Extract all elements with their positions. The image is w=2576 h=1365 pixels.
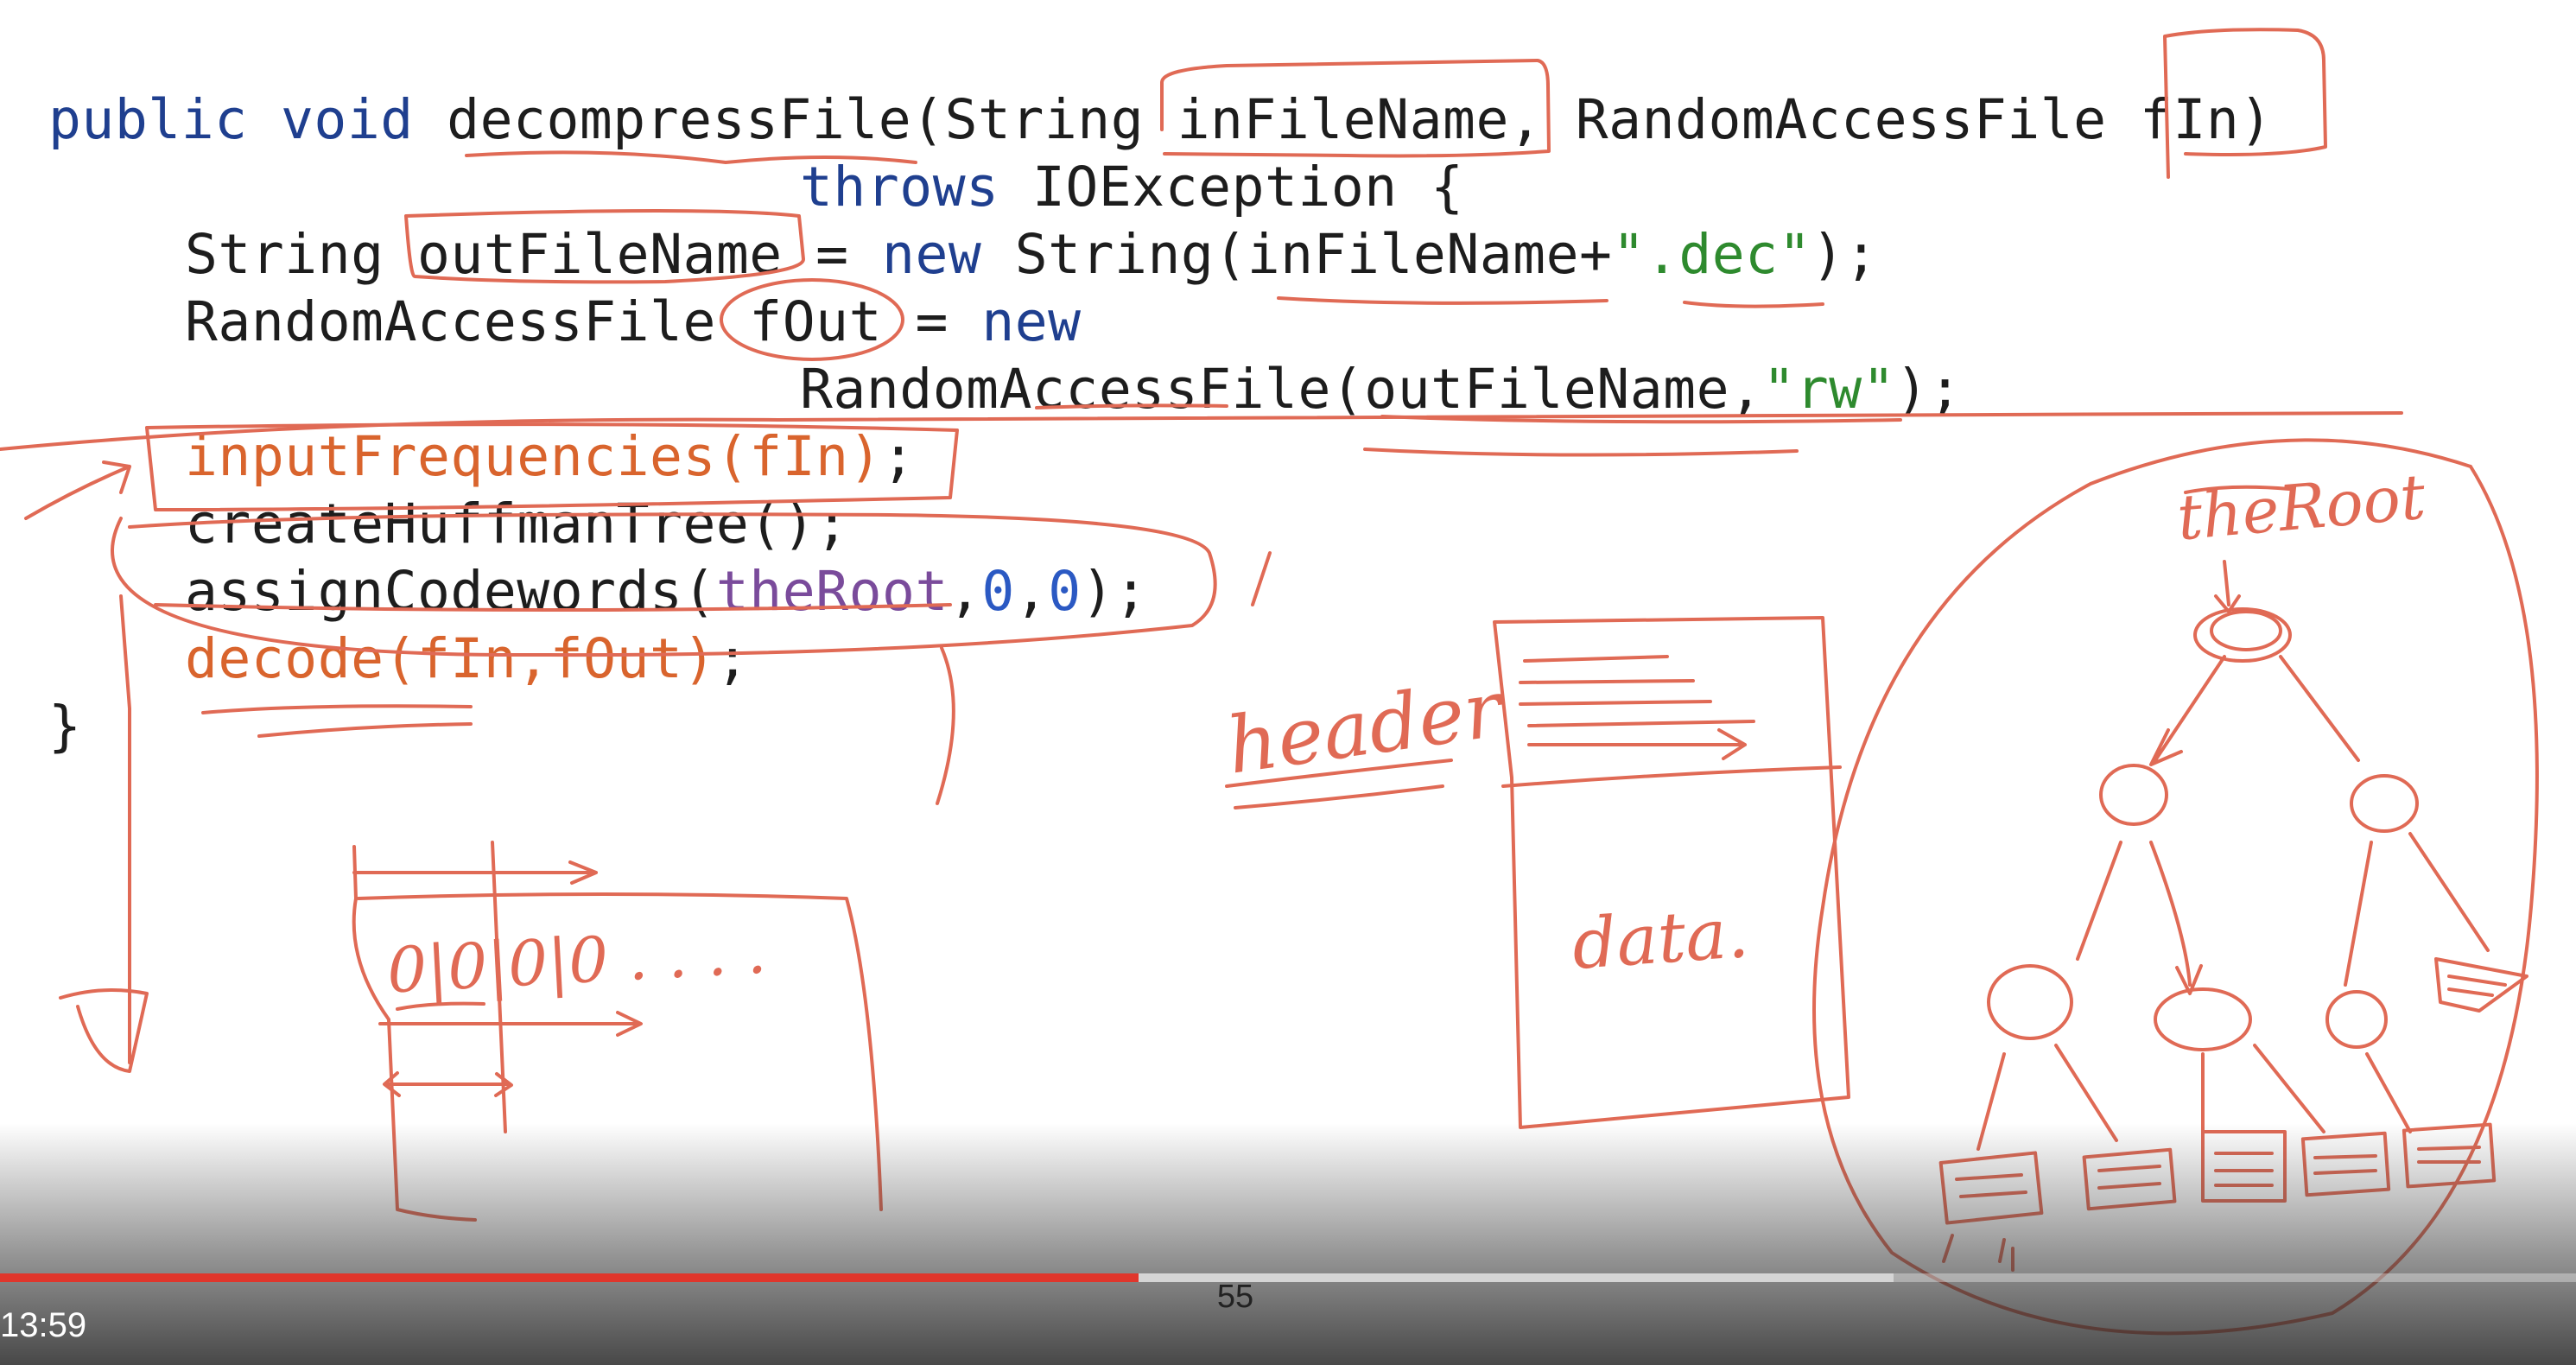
progress-bar[interactable] [0,1273,2576,1282]
player-controls-shade [0,1123,2576,1365]
handwritten-data-label: data. [1570,892,1752,986]
video-frame[interactable]: public void decompressFile(String inFile… [0,0,2576,1365]
slide-number: 55 [1216,1279,1254,1315]
progress-played [0,1273,1139,1282]
current-time: 13:59 [0,1306,87,1344]
